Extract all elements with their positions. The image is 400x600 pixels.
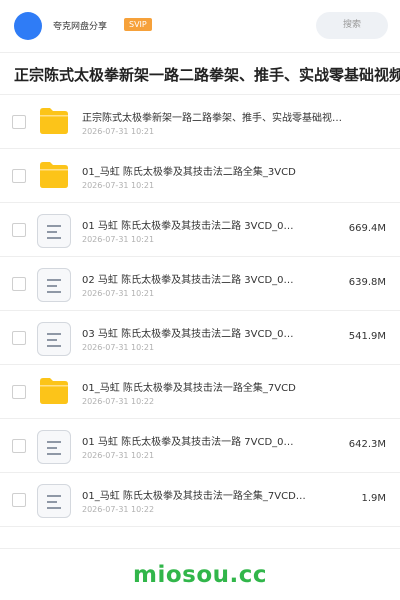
document-icon [37,268,71,302]
file-name: 01_马虹 陈氏太极拳及其技击法一路全集_7VCD [82,383,296,394]
svip-badge[interactable]: SVIP [124,18,152,31]
document-icon [37,430,71,464]
folder-icon [40,162,68,188]
file-date: 2026-07-31 10:21 [82,343,155,352]
list-item[interactable]: 01 马虹 陈氏太极拳及其技击法一路 7VCD_0… 2026-07-31 10… [0,419,400,473]
divider [0,548,400,549]
select-checkbox[interactable] [12,223,26,237]
list-item[interactable]: 01 马虹 陈氏太极拳及其技击法二路 3VCD_0… 2026-07-31 10… [0,203,400,257]
file-date: 2026-07-31 10:21 [82,127,155,136]
file-name: 03 马虹 陈氏太极拳及其技击法二路 3VCD_0… [82,329,294,340]
list-item[interactable]: 01_马虹 陈氏太极拳及其技击法一路全集_7VCD… 2026-07-31 10… [0,473,400,527]
file-size: 639.8M [348,277,386,288]
file-date: 2026-07-31 10:21 [82,451,155,460]
list-item[interactable]: 02 马虹 陈氏太极拳及其技击法二路 3VCD_0… 2026-07-31 10… [0,257,400,311]
select-checkbox[interactable] [12,385,26,399]
file-size: 642.3M [348,439,386,450]
file-name: 01 马虹 陈氏太极拳及其技击法二路 3VCD_0… [82,221,294,232]
select-checkbox[interactable] [12,331,26,345]
file-name: 02 马虹 陈氏太极拳及其技击法二路 3VCD_0… [82,275,294,286]
avatar[interactable] [14,12,42,40]
folder-icon [40,108,68,134]
folder-icon [40,378,68,404]
list-item[interactable]: 正宗陈式太极拳新架一路二路拳架、推手、实战零基础视… 2026-07-31 10… [0,95,400,149]
file-name: 01 马虹 陈氏太极拳及其技击法一路 7VCD_0… [82,437,294,448]
top-bar: 夸克网盘分享 SVIP 搜索 [0,0,400,53]
file-size: 541.9M [348,331,386,342]
file-name: 01_马虹 陈氏太极拳及其技击法一路全集_7VCD… [82,491,306,502]
list-item[interactable]: 03 马虹 陈氏太极拳及其技击法二路 3VCD_0… 2026-07-31 10… [0,311,400,365]
select-checkbox[interactable] [12,439,26,453]
select-checkbox[interactable] [12,493,26,507]
file-date: 2026-07-31 10:21 [82,181,155,190]
file-size: 1.9M [361,493,386,504]
page-title: 正宗陈式太极拳新架一路二路拳架、推手、实战零基础视频 [14,66,400,84]
select-checkbox[interactable] [12,169,26,183]
search-input[interactable]: 搜索 [316,12,388,39]
document-icon [37,322,71,356]
list-item[interactable]: 01_马虹 陈氏太极拳及其技击法一路全集_7VCD 2026-07-31 10:… [0,365,400,419]
select-checkbox[interactable] [12,115,26,129]
document-icon [37,484,71,518]
watermark: miosou.cc [132,562,268,588]
file-date: 2026-07-31 10:22 [82,505,155,514]
file-date: 2026-07-31 10:21 [82,289,155,298]
list-item[interactable]: 01_马虹 陈氏太极拳及其技击法二路全集_3VCD 2026-07-31 10:… [0,149,400,203]
file-name: 正宗陈式太极拳新架一路二路拳架、推手、实战零基础视… [82,113,342,124]
file-date: 2026-07-31 10:21 [82,235,155,244]
document-icon [37,214,71,248]
file-size: 669.4M [348,223,386,234]
select-checkbox[interactable] [12,277,26,291]
brand-label: 夸克网盘分享 [53,22,108,32]
file-list: 正宗陈式太极拳新架一路二路拳架、推手、实战零基础视… 2026-07-31 10… [0,95,400,527]
file-name: 01_马虹 陈氏太极拳及其技击法二路全集_3VCD [82,167,296,178]
file-date: 2026-07-31 10:22 [82,397,155,406]
